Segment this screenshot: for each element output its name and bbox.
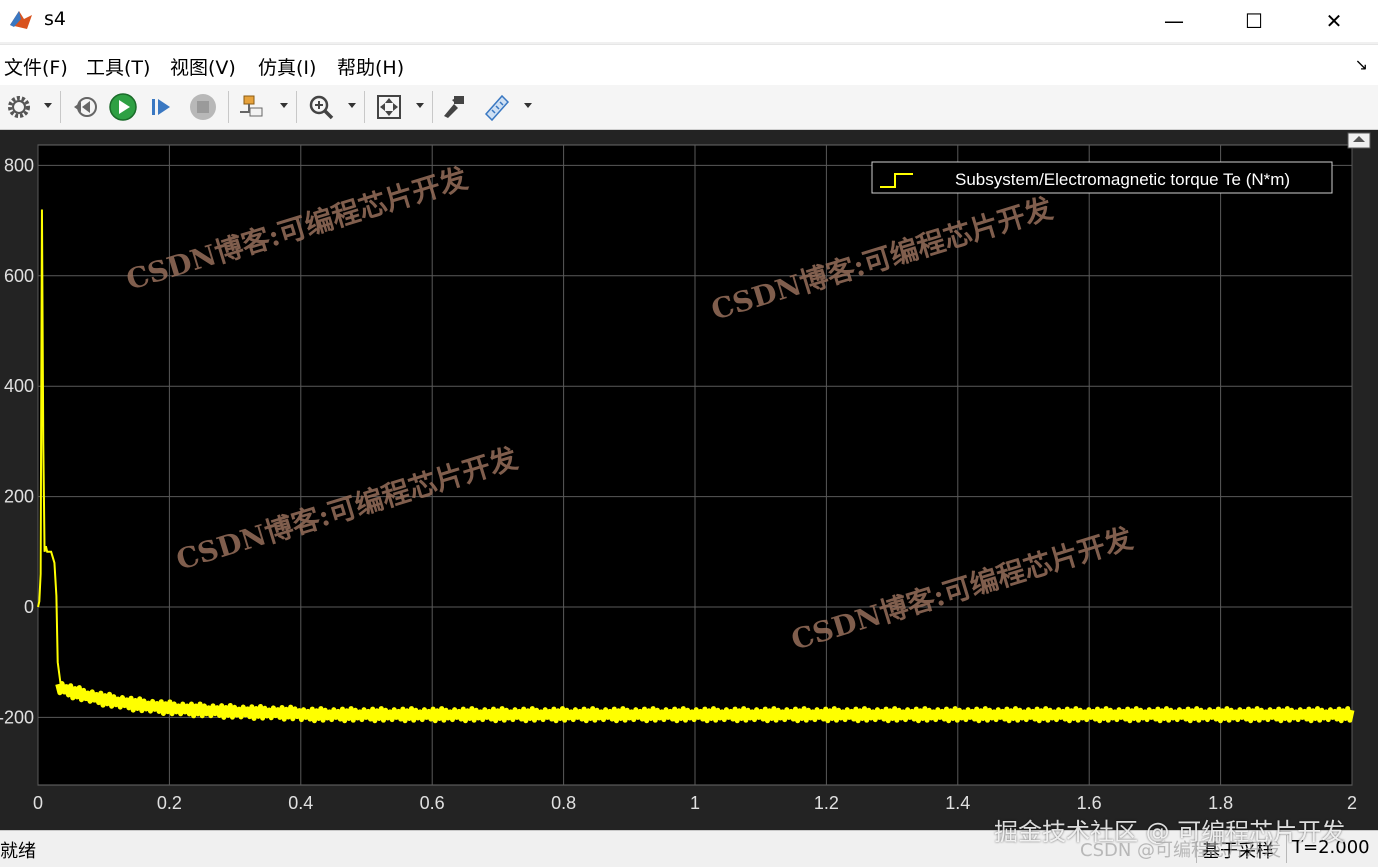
menu-help[interactable]: 帮助(H) [337,53,404,80]
gear-dropdown-icon[interactable] [44,103,52,108]
zoom-icon[interactable] [304,90,338,124]
x-tick-label: 0.6 [420,793,445,813]
toolbar-separator [296,91,297,123]
fit-view-dropdown-icon[interactable] [416,103,424,108]
menu-tools[interactable]: 工具(T) [86,53,150,80]
step-back-icon[interactable] [68,90,102,124]
title-bar: s4 — ☐ ✕ [0,0,1378,42]
signal-selector-dropdown-icon[interactable] [280,103,288,108]
x-tick-label: 0.4 [288,793,313,813]
y-tick-label: 200 [4,487,34,507]
x-tick-label: 0 [33,793,43,813]
gear-icon[interactable] [2,90,36,124]
x-tick-label: 1.6 [1077,793,1102,813]
y-tick-label: 400 [4,376,34,396]
y-tick-label: 600 [4,266,34,286]
toolbar-separator [364,91,365,123]
x-tick-label: 0.2 [157,793,182,813]
toolbar-separator [60,91,61,123]
step-forward-icon[interactable] [146,90,180,124]
menu-view[interactable]: 视图(V) [170,53,236,80]
measurement-dropdown-icon[interactable] [524,103,532,108]
menu-simulation[interactable]: 仿真(I) [258,53,316,80]
toolbar-separator [228,91,229,123]
y-tick-label: 800 [4,155,34,175]
run-icon[interactable] [106,90,140,124]
x-tick-label: 1.4 [945,793,970,813]
menu-bar: 文件(F) 工具(T) 视图(V) 仿真(I) 帮助(H) ↘ [0,44,1378,85]
fit-view-icon[interactable] [372,90,406,124]
x-tick-label: 1.8 [1208,793,1233,813]
x-tick-label: 2 [1347,793,1357,813]
toolbar-separator [432,91,433,123]
x-tick-label: 1 [690,793,700,813]
y-tick-label: -200 [0,707,34,727]
y-tick-label: 0 [24,597,34,617]
signal-selector-icon[interactable] [236,90,270,124]
matlab-app-icon [10,11,32,29]
corner-watermark-2: CSDN @可编程芯片开发 [1080,840,1282,861]
scope-plot[interactable]: 0 0.2 0.4 0.6 0.8 1 1.2 1.4 1.6 1.8 2 800 600 400 200 0… [0,130,1378,830]
close-button[interactable]: ✕ [1294,0,1374,42]
zoom-dropdown-icon[interactable] [348,103,356,108]
minimize-button[interactable]: — [1134,0,1214,42]
window-title: s4 [44,8,66,30]
x-tick-label: 1.2 [814,793,839,813]
toolbar [0,85,1378,130]
highlight-block-icon[interactable] [438,90,472,124]
measurement-icon[interactable] [480,90,514,124]
legend-label: Subsystem/Electromagnetic torque Te (N*m… [955,170,1290,189]
x-tick-label: 0.8 [551,793,576,813]
maximize-button[interactable]: ☐ [1214,0,1294,42]
status-ready: 就绪 [0,841,36,862]
stop-icon[interactable] [186,90,220,124]
scope-panel: 0 0.2 0.4 0.6 0.8 1 1.2 1.4 1.6 1.8 2 800 600 400 200 0… [0,130,1378,830]
undock-icon[interactable]: ↘ [1355,55,1368,74]
menu-file[interactable]: 文件(F) [4,53,68,80]
